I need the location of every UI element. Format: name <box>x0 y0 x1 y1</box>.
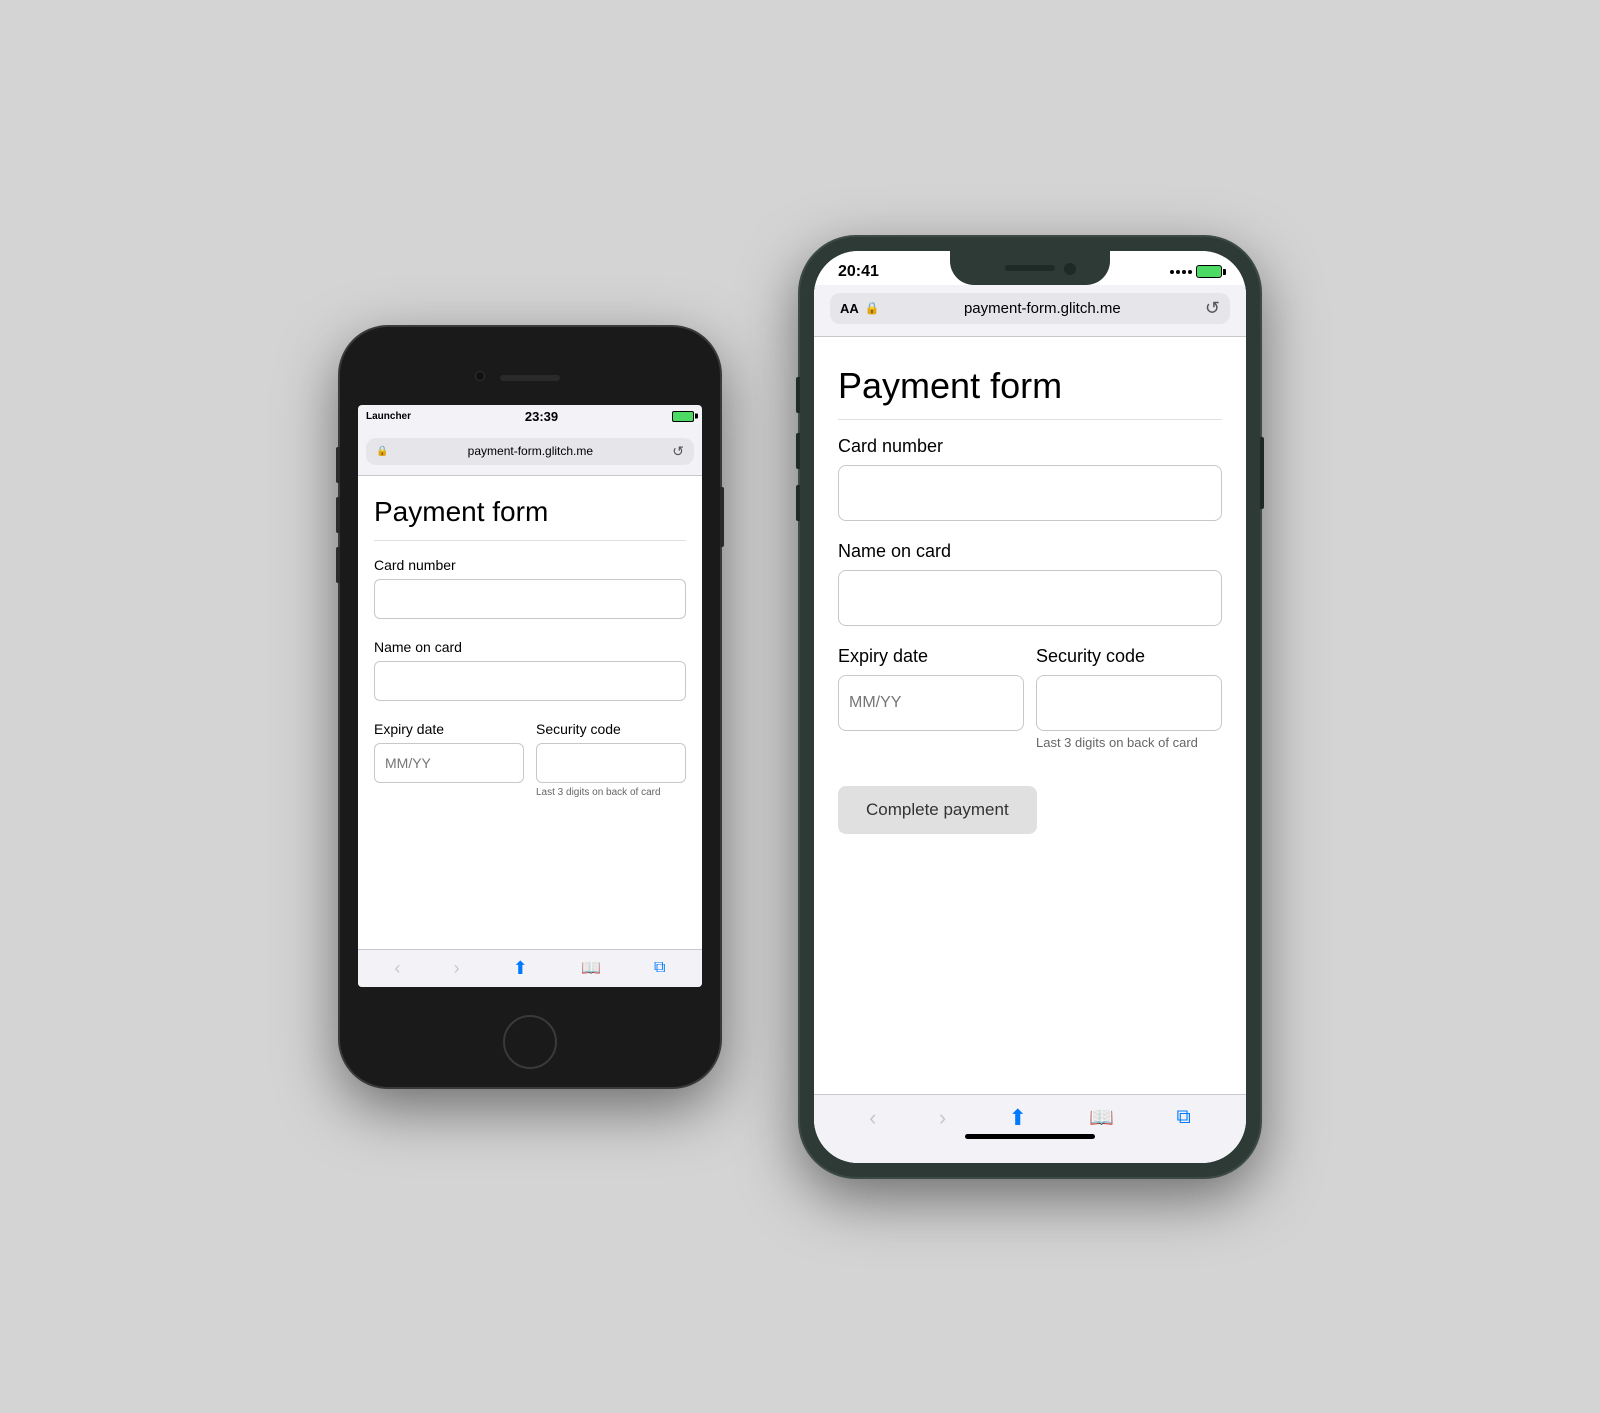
tabs-btn-small[interactable]: ⧉ <box>654 959 665 977</box>
label-expiry-small: Expiry date <box>374 721 524 737</box>
home-indicator <box>965 1134 1095 1139</box>
input-name-large[interactable] <box>838 570 1222 626</box>
input-name-small[interactable] <box>374 661 686 701</box>
input-expiry-small[interactable] <box>374 743 524 783</box>
time-small: 23:39 <box>525 409 558 424</box>
input-card-number-small[interactable] <box>374 579 686 619</box>
input-cvv-large[interactable] <box>1036 675 1222 731</box>
form-group-expiry-small: Expiry date <box>374 721 524 798</box>
time-large: 20:41 <box>838 263 879 281</box>
notch-speaker <box>1005 265 1055 271</box>
label-name-small: Name on card <box>374 639 686 655</box>
input-card-number-large[interactable] <box>838 465 1222 521</box>
home-button-small[interactable] <box>503 1015 557 1069</box>
page-title-small: Payment form <box>374 496 686 541</box>
label-card-number-small: Card number <box>374 557 686 573</box>
label-card-number-large: Card number <box>838 436 1222 457</box>
url-text-small: payment-form.glitch.me <box>394 444 666 458</box>
label-expiry-large: Expiry date <box>838 646 1024 667</box>
notch <box>950 251 1110 285</box>
page-content-large: Payment form Card number Name on card Ex… <box>814 337 1246 1094</box>
row-fields-large: Expiry date Security code Last 3 digits … <box>838 646 1222 770</box>
share-btn-small[interactable]: ⬆ <box>513 958 528 979</box>
row-fields-small: Expiry date Security code Last 3 digits … <box>374 721 686 818</box>
notch-camera <box>1064 263 1076 275</box>
label-cvv-small: Security code <box>536 721 686 737</box>
dot1 <box>1170 270 1174 274</box>
signal-dots <box>1170 270 1192 274</box>
label-cvv-large: Security code <box>1036 646 1222 667</box>
browser-chrome-large: AA 🔒 payment-form.glitch.me ↺ <box>814 285 1246 337</box>
safari-toolbar-large: ‹ › ⬆ 📖 ⧉ <box>814 1094 1246 1163</box>
back-btn-large[interactable]: ‹ <box>869 1105 876 1131</box>
battery-small <box>672 411 694 422</box>
dot4 <box>1188 270 1192 274</box>
url-bar-large[interactable]: AA 🔒 payment-form.glitch.me ↺ <box>830 293 1230 324</box>
url-bar-small[interactable]: 🔒 payment-form.glitch.me ↺ <box>366 438 694 465</box>
small-camera <box>475 371 485 381</box>
reload-btn-large[interactable]: ↺ <box>1205 298 1220 319</box>
input-cvv-small[interactable] <box>536 743 686 783</box>
form-group-cvv-small: Security code Last 3 digits on back of c… <box>536 721 686 798</box>
browser-chrome-small: 🔒 payment-form.glitch.me ↺ <box>358 428 702 476</box>
tabs-btn-large[interactable]: ⧉ <box>1177 1106 1191 1129</box>
screen-small: Launcher 23:39 🔒 payment-form.glitch.me … <box>358 405 702 987</box>
input-expiry-large[interactable] <box>838 675 1024 731</box>
form-group-expiry-large: Expiry date <box>838 646 1024 750</box>
forward-btn-small[interactable]: › <box>454 958 460 979</box>
phone-small: Launcher 23:39 🔒 payment-form.glitch.me … <box>340 327 720 1087</box>
dot3 <box>1182 270 1186 274</box>
small-speaker <box>500 375 560 381</box>
lock-icon-small: 🔒 <box>376 446 388 457</box>
share-btn-large[interactable]: ⬆ <box>1009 1105 1027 1131</box>
phone-large: 20:41 AA 🔒 payment-form.gl <box>800 237 1260 1177</box>
form-group-card-number-large: Card number <box>838 436 1222 521</box>
safari-toolbar-small: ‹ › ⬆ 📖 ⧉ <box>358 949 702 987</box>
aa-label[interactable]: AA <box>840 301 859 316</box>
form-group-cvv-large: Security code Last 3 digits on back of c… <box>1036 646 1222 750</box>
page-content-small: Payment form Card number Name on card Ex… <box>358 476 702 949</box>
bookmarks-btn-small[interactable]: 📖 <box>581 958 601 978</box>
back-btn-small[interactable]: ‹ <box>395 958 401 979</box>
form-group-name-large: Name on card <box>838 541 1222 626</box>
screen-large: 20:41 AA 🔒 payment-form.gl <box>814 251 1246 1163</box>
status-icons-large <box>1170 265 1222 278</box>
page-title-large: Payment form <box>838 365 1222 420</box>
lock-icon-large: 🔒 <box>865 301 880 315</box>
dot2 <box>1176 270 1180 274</box>
form-group-card-number-small: Card number <box>374 557 686 619</box>
form-group-name-small: Name on card <box>374 639 686 701</box>
battery-large <box>1196 265 1222 278</box>
cvv-hint-large: Last 3 digits on back of card <box>1036 735 1222 750</box>
complete-payment-btn[interactable]: Complete payment <box>838 786 1037 834</box>
label-name-large: Name on card <box>838 541 1222 562</box>
cvv-hint-small: Last 3 digits on back of card <box>536 787 686 798</box>
bookmarks-btn-large[interactable]: 📖 <box>1089 1105 1114 1130</box>
status-bar-small: Launcher 23:39 <box>358 405 702 428</box>
reload-btn-small[interactable]: ↺ <box>672 443 684 460</box>
forward-btn-large[interactable]: › <box>939 1105 946 1131</box>
status-icons-small <box>672 411 694 422</box>
url-text-large: payment-form.glitch.me <box>886 300 1199 317</box>
carrier-label: Launcher <box>366 411 411 422</box>
